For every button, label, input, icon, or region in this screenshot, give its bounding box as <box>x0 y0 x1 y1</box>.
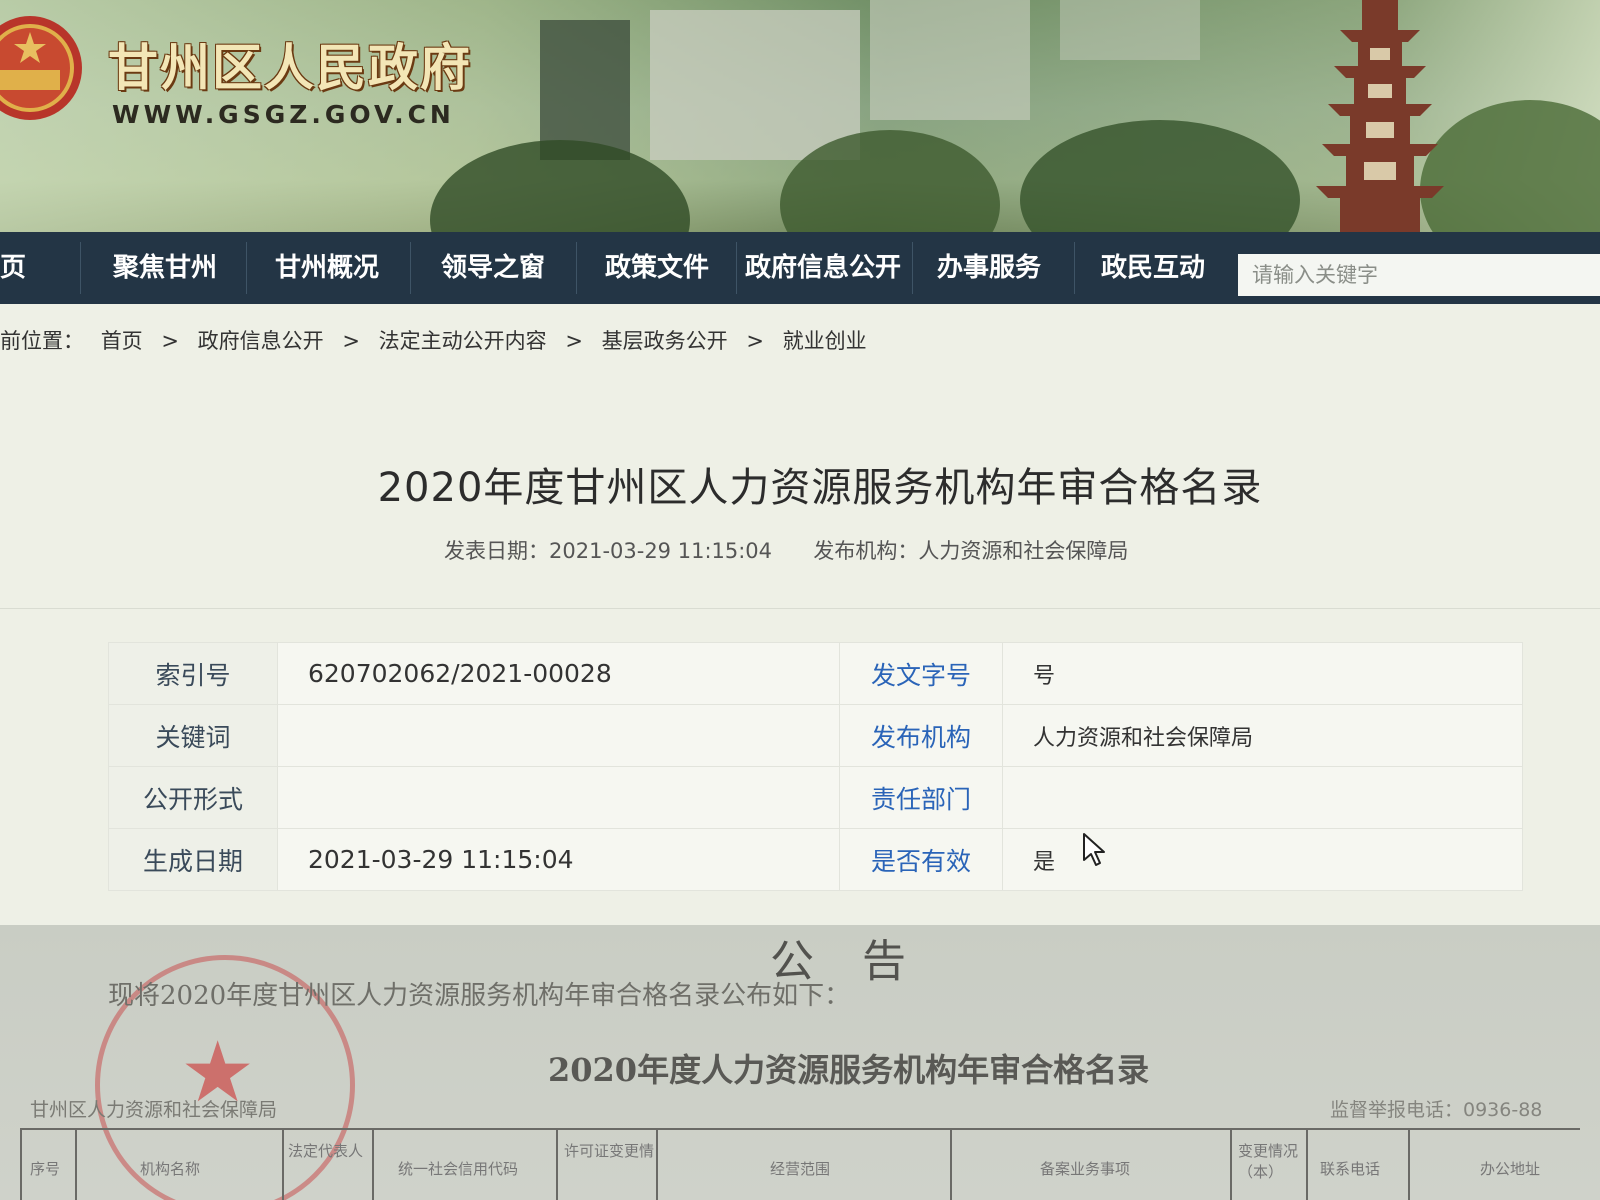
notice-subtitle: 2020年度人力资源服务机构年审合格名录 <box>548 1051 1150 1089</box>
column-header: 统一社会信用代码 <box>398 1160 519 1178</box>
breadcrumb-separator: > <box>342 329 360 353</box>
nav-item-focus[interactable]: 聚焦甘州 <box>92 232 238 304</box>
notice-intro: 现将2020年度甘州区人力资源服务机构年审合格名录公布如下： <box>108 981 851 1011</box>
header-divider <box>0 608 1600 609</box>
table-column <box>656 1130 658 1200</box>
nav-item-info-disclosure[interactable]: 政府信息公开 <box>738 232 908 304</box>
nav-separator <box>736 242 737 294</box>
header-banner: 甘州区人民政府 WWW.GSGZ.GOV.CN <box>0 0 1600 240</box>
table-row: 索引号 620702062/2021-00028 发文字号 号 <box>108 642 1523 705</box>
publisher: 人力资源和社会保障局 <box>918 539 1129 563</box>
breadcrumb-prefix: 前位置： <box>0 329 84 353</box>
breadcrumb-employment[interactable]: 就业创业 <box>783 325 867 355</box>
site-title: 甘州区人民政府 <box>108 38 472 97</box>
table-column <box>1230 1130 1232 1200</box>
created-value: 2021-03-29 11:15:04 <box>277 828 840 891</box>
article-meta: 发表日期：2021-03-29 11:15:04 发布机构：人力资源和社会保障局 <box>444 535 1128 565</box>
nav-item-policy[interactable]: 政策文件 <box>584 232 730 304</box>
breadcrumb-home[interactable]: 首页 <box>101 325 143 355</box>
search-input[interactable] <box>1238 254 1600 296</box>
dept-label: 责任部门 <box>839 766 1003 829</box>
column-header: 经营范围 <box>770 1160 831 1178</box>
breadcrumb-separator: > <box>746 329 764 353</box>
column-header: 许可证变更情 <box>564 1142 655 1160</box>
issuer-label: 发布机构 <box>839 704 1003 767</box>
public-form-value <box>277 766 840 829</box>
scanned-notice-image: ★ 公告 现将2020年度甘州区人力资源服务机构年审合格名录公布如下： 2020… <box>0 925 1600 1200</box>
pagoda-icon <box>1316 0 1444 240</box>
banner-building <box>650 10 860 160</box>
breadcrumb-info-disclosure[interactable]: 政府信息公开 <box>198 325 324 355</box>
nav-item-leadership[interactable]: 领导之窗 <box>420 232 566 304</box>
publish-date-label: 发表日期： <box>444 539 549 563</box>
column-header: 备案业务事项 <box>1040 1160 1131 1178</box>
public-form-label: 公开形式 <box>108 766 278 829</box>
nav-separator <box>576 242 577 294</box>
table-column <box>1306 1130 1308 1200</box>
column-header: 序号 <box>30 1160 61 1178</box>
national-emblem-icon <box>0 16 82 120</box>
valid-label: 是否有效 <box>839 828 1003 891</box>
table-row: 公开形式 责任部门 <box>108 766 1523 829</box>
nav-item-services[interactable]: 办事服务 <box>916 232 1062 304</box>
publisher-label: 发布机构： <box>813 539 919 563</box>
keywords-label: 关键词 <box>108 704 278 767</box>
banner-building <box>870 0 1030 120</box>
notice-org: 甘州区人力资源和社会保障局 <box>30 1099 278 1121</box>
table-column <box>556 1130 558 1200</box>
banner-building <box>540 20 630 160</box>
column-header: 机构名称 <box>140 1160 201 1178</box>
nav-separator <box>1074 242 1075 294</box>
breadcrumb: 前位置： 首页 > 政府信息公开 > 法定主动公开内容 > 基层政务公开 > 就… <box>0 325 867 355</box>
table-column <box>282 1130 284 1200</box>
doc-number-label: 发文字号 <box>839 642 1003 705</box>
index-value: 620702062/2021-00028 <box>277 642 840 705</box>
breadcrumb-statutory-content[interactable]: 法定主动公开内容 <box>379 325 547 355</box>
publish-date: 2021-03-29 11:15:04 <box>549 539 773 563</box>
nav-item-overview[interactable]: 甘州概况 <box>254 232 400 304</box>
banner-building <box>1060 0 1200 60</box>
table-column <box>950 1130 952 1200</box>
table-column <box>372 1130 374 1200</box>
doc-number-value: 号 <box>1002 642 1523 705</box>
notice-phone: 监督举报电话：0936-88 <box>1330 1099 1543 1121</box>
index-label: 索引号 <box>108 642 278 705</box>
mouse-cursor-icon <box>1083 833 1105 866</box>
created-label: 生成日期 <box>108 828 278 891</box>
keywords-value <box>277 704 840 767</box>
breadcrumb-separator: > <box>565 329 583 353</box>
issuer-value: 人力资源和社会保障局 <box>1002 704 1523 767</box>
nav-item-home[interactable]: 页 <box>0 232 36 304</box>
nav-item-interaction[interactable]: 政民互动 <box>1080 232 1226 304</box>
notice-table: 序号 机构名称 法定代表人 统一社会信用代码 许可证变更情 经营范围 备案业务事… <box>20 1128 1580 1200</box>
nav-separator <box>912 242 913 294</box>
breadcrumb-grassroots[interactable]: 基层政务公开 <box>602 325 728 355</box>
column-header: 联系电话 <box>1320 1160 1381 1178</box>
table-column <box>75 1130 77 1200</box>
dept-value <box>1002 766 1523 829</box>
valid-value: 是 <box>1002 828 1523 891</box>
table-column <box>20 1130 22 1200</box>
site-url: WWW.GSGZ.GOV.CN <box>112 100 455 129</box>
column-header: 法定代表人 <box>288 1142 364 1160</box>
nav-separator <box>410 242 411 294</box>
table-row: 关键词 发布机构 人力资源和社会保障局 <box>108 704 1523 767</box>
table-column <box>1408 1130 1410 1200</box>
column-header: 变更情况（本） <box>1238 1142 1299 1181</box>
article-title: 2020年度甘州区人力资源服务机构年审合格名录 <box>377 465 1263 511</box>
table-row: 生成日期 2021-03-29 11:15:04 是否有效 是 <box>108 828 1523 891</box>
column-header: 办公地址 <box>1480 1160 1541 1178</box>
nav-separator <box>246 242 247 294</box>
breadcrumb-separator: > <box>161 329 179 353</box>
nav-separator <box>80 242 81 294</box>
document-info-table: 索引号 620702062/2021-00028 发文字号 号 关键词 发布机构… <box>108 642 1523 891</box>
